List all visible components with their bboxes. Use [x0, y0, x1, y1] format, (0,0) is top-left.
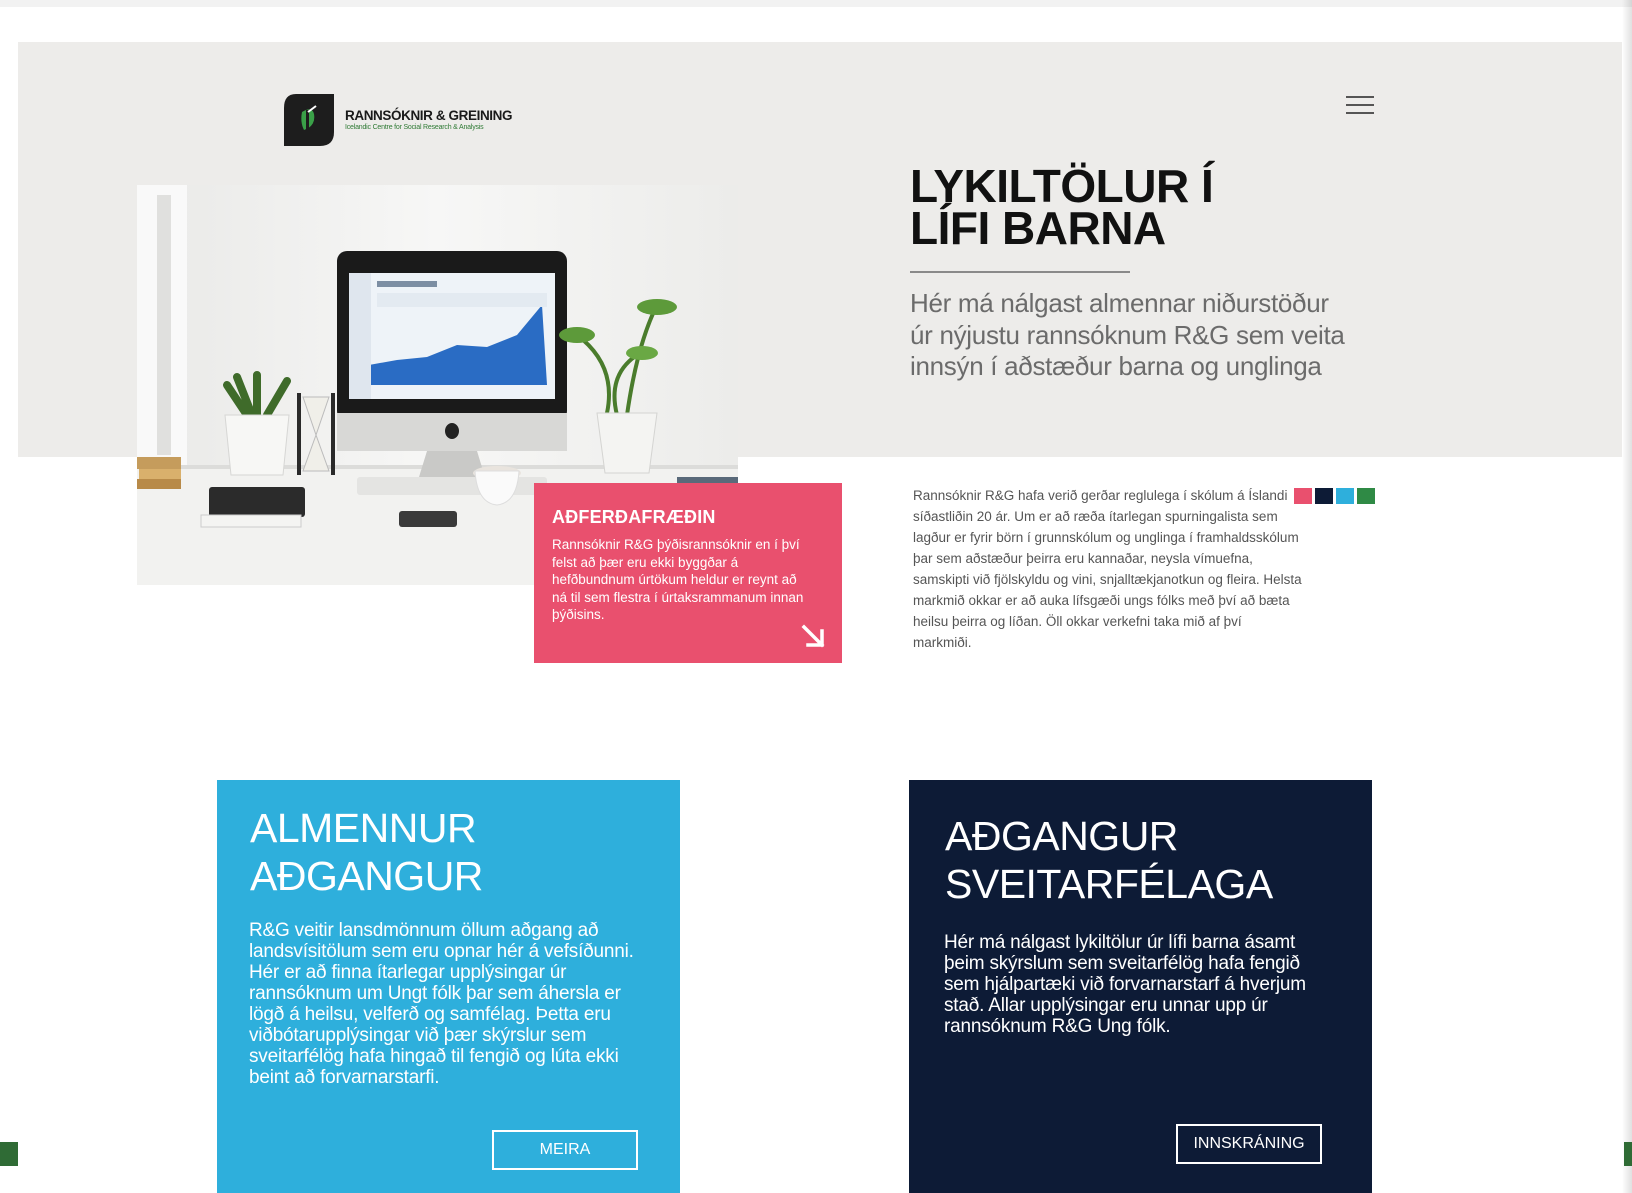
green-edge-right	[1624, 1142, 1632, 1166]
site-logo[interactable]: RANNSÓKNIR & GREINING Icelandic Centre f…	[282, 92, 513, 148]
municipal-access-title-line1: AÐGANGUR	[945, 813, 1178, 859]
municipal-access-card: AÐGANGUR SVEITARFÉLAGA Hér má nálgast ly…	[909, 780, 1372, 1193]
public-access-title: ALMENNUR AÐGANGUR	[250, 804, 483, 900]
method-card-text: Rannsóknir R&G þýðisrannsóknir en í því …	[552, 537, 804, 622]
method-card-title: AÐFERÐAFRÆÐIN	[552, 507, 716, 527]
municipal-access-text: Hér má nálgast lykiltölur úr lífi barna …	[944, 932, 1306, 1037]
page-edge-shadow	[1622, 0, 1632, 1193]
green-edge-left	[0, 1142, 18, 1166]
more-button[interactable]: MEIRA	[492, 1130, 638, 1170]
intro-paragraph: Rannsóknir R&G hafa verið gerðar reglule…	[913, 488, 1302, 650]
swatch-pink	[1294, 488, 1312, 504]
municipal-access-title-line2: SVEITARFÉLAGA	[945, 861, 1273, 907]
page-subtitle: Hér má nálgast almennar niðurstöður úr n…	[910, 288, 1345, 381]
public-access-title-line2: AÐGANGUR	[250, 853, 483, 899]
public-access-text: R&G veitir lansdmönnum öllum aðgang að l…	[249, 920, 634, 1088]
color-swatches	[1294, 488, 1375, 504]
logo-mark-icon	[282, 92, 336, 148]
swatch-green	[1357, 488, 1375, 504]
swatch-blue	[1336, 488, 1354, 504]
method-card[interactable]: AÐFERÐAFRÆÐIN Rannsóknir R&G þýðisrannsó…	[534, 483, 842, 663]
public-access-title-line1: ALMENNUR	[250, 805, 477, 851]
title-divider	[910, 271, 1130, 273]
page-title-line2: LÍFI BARNA	[910, 202, 1166, 254]
page-title: LYKILTÖLUR Í LÍFI BARNA	[910, 160, 1330, 254]
municipal-access-title: AÐGANGUR SVEITARFÉLAGA	[945, 812, 1273, 908]
login-button[interactable]: INNSKRÁNING	[1176, 1124, 1322, 1164]
logo-tagline: Icelandic Centre for Social Research & A…	[345, 123, 484, 131]
swatch-navy	[1315, 488, 1333, 504]
arrow-down-right-icon[interactable]	[800, 623, 826, 649]
logo-name: RANNSÓKNIR & GREINING	[345, 107, 513, 123]
hamburger-menu-icon[interactable]	[1345, 94, 1375, 116]
top-strip	[0, 0, 1632, 42]
page: RANNSÓKNIR & GREINING Icelandic Centre f…	[18, 42, 1622, 1193]
page-title-line1: LYKILTÖLUR Í	[910, 160, 1214, 212]
public-access-card: ALMENNUR AÐGANGUR R&G veitir lansdmönnum…	[217, 780, 680, 1193]
